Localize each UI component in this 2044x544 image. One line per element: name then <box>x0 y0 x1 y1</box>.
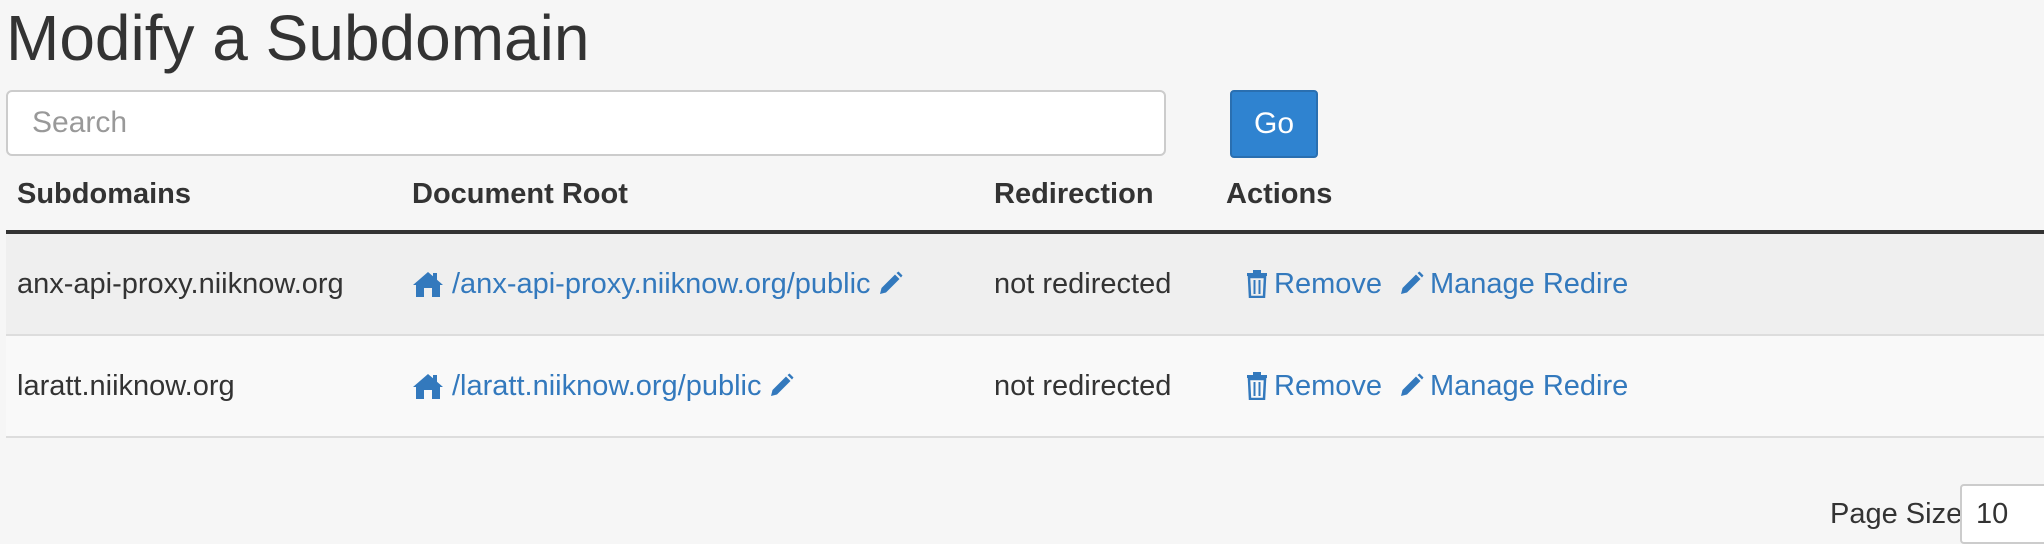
page-title: Modify a Subdomain <box>6 2 590 74</box>
edit-document-root-pencil-icon[interactable] <box>877 271 903 297</box>
document-root-path: /laratt.niiknow.org/public <box>452 369 762 402</box>
pencil-icon <box>1398 373 1424 399</box>
subdomain-name: laratt.niiknow.org <box>17 369 235 402</box>
subdomains-table: Subdomains Document Root Redirection Act… <box>6 160 2044 438</box>
document-root-cell: /laratt.niiknow.org/public <box>412 336 794 436</box>
table-row: anx-api-proxy.niiknow.org /anx-api-proxy… <box>6 234 2044 336</box>
home-icon <box>412 270 444 298</box>
column-header-document-root[interactable]: Document Root <box>412 178 628 211</box>
document-root-link[interactable]: /laratt.niiknow.org/public <box>412 370 762 403</box>
trash-icon <box>1246 372 1268 400</box>
table-row: laratt.niiknow.org /laratt.niiknow.org/p… <box>6 336 2044 438</box>
remove-label: Remove <box>1274 267 1382 300</box>
trash-icon <box>1246 270 1268 298</box>
column-header-actions: Actions <box>1226 178 1333 210</box>
redirection-status: not redirected <box>994 267 1172 300</box>
pencil-icon <box>1398 271 1424 297</box>
page-size-label: Page Size <box>1830 498 1963 530</box>
search-input[interactable] <box>6 90 1166 156</box>
column-header-subdomains[interactable]: Subdomains <box>17 178 191 211</box>
column-header-redirection[interactable]: Redirection <box>994 178 1154 211</box>
remove-button[interactable]: Remove <box>1246 268 1382 301</box>
edit-document-root-pencil-icon[interactable] <box>768 373 794 399</box>
manage-redirection-link[interactable]: Manage Redire <box>1398 268 1628 301</box>
manage-redirection-label: Manage Redire <box>1430 267 1629 300</box>
manage-redirection-action: Manage Redire <box>1398 336 1628 436</box>
page-size-select[interactable]: 10 <box>1960 484 2044 544</box>
document-root-path: /anx-api-proxy.niiknow.org/public <box>452 267 871 300</box>
table-header: Subdomains Document Root Redirection Act… <box>6 160 2044 234</box>
redirection-status: not redirected <box>994 369 1172 402</box>
document-root-link[interactable]: /anx-api-proxy.niiknow.org/public <box>412 268 871 301</box>
manage-redirection-label: Manage Redire <box>1430 369 1629 402</box>
manage-redirection-action: Manage Redire <box>1398 234 1628 334</box>
remove-action: Remove <box>1246 234 1382 334</box>
remove-action: Remove <box>1246 336 1382 436</box>
remove-button[interactable]: Remove <box>1246 370 1382 403</box>
document-root-cell: /anx-api-proxy.niiknow.org/public <box>412 234 903 334</box>
home-icon <box>412 372 444 400</box>
remove-label: Remove <box>1274 369 1382 402</box>
subdomain-name: anx-api-proxy.niiknow.org <box>17 267 344 300</box>
manage-redirection-link[interactable]: Manage Redire <box>1398 370 1628 403</box>
go-button[interactable]: Go <box>1230 90 1318 158</box>
